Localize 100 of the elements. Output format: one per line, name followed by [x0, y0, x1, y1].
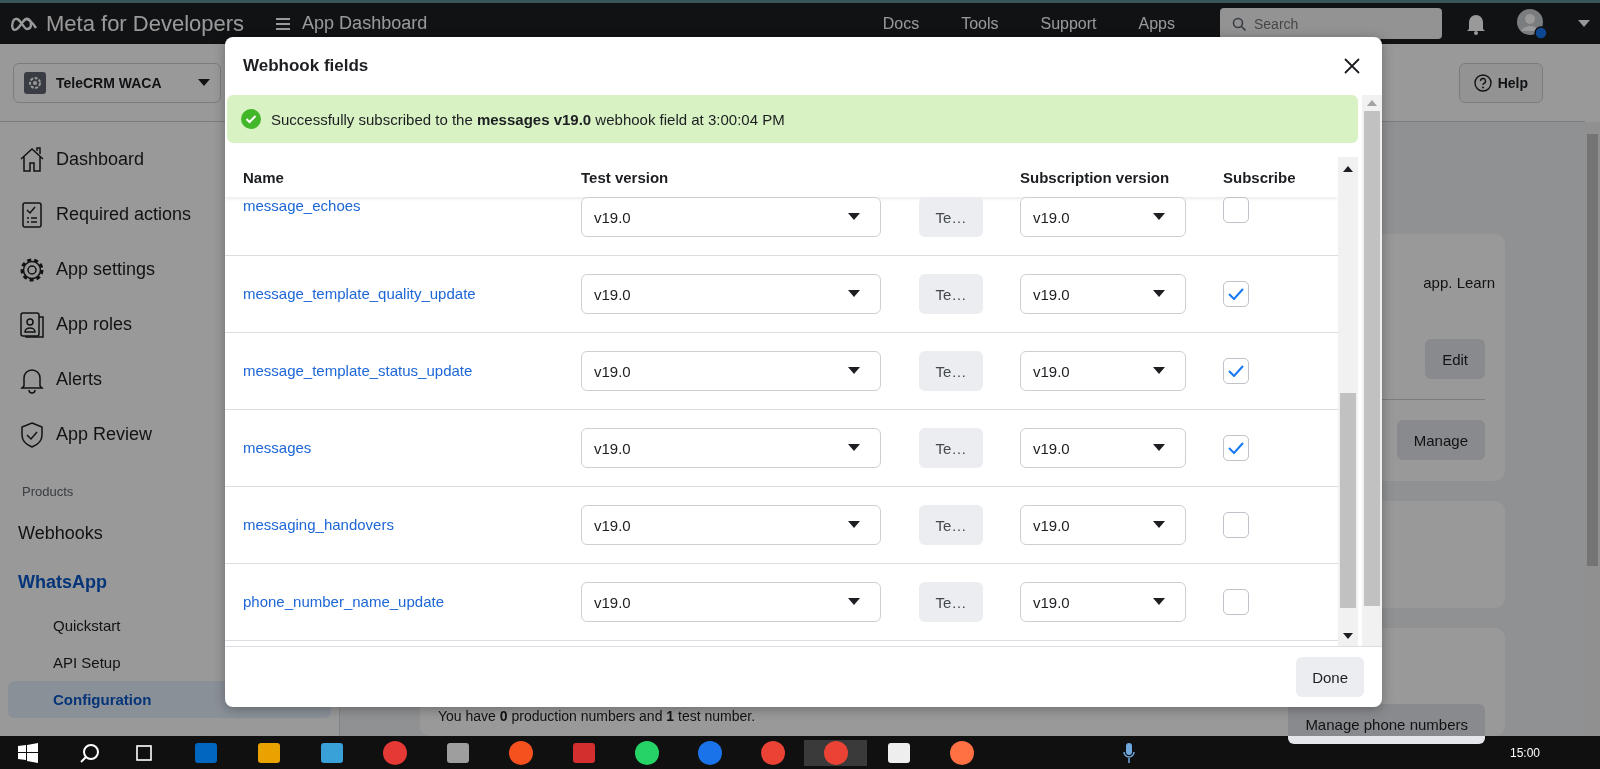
test-version-dropdown[interactable]: v19.0	[581, 582, 881, 622]
subscribe-checkbox[interactable]	[1223, 435, 1249, 461]
subscription-version-dropdown[interactable]: v19.0	[1020, 428, 1186, 468]
test-button[interactable]: Te…	[919, 428, 983, 468]
column-header: Name	[243, 168, 284, 186]
menu-icon[interactable]	[276, 17, 291, 30]
test-button[interactable]: Te…	[919, 274, 983, 314]
success-message: Successfully subscribed to the messages v19.0 webhook field at 3:00:04 PM	[271, 110, 785, 128]
subscribe-checkbox[interactable]	[1223, 197, 1249, 223]
sidebar-item[interactable]: Alerts	[56, 369, 102, 390]
caret-icon	[1153, 213, 1165, 221]
subscription-version-dropdown[interactable]: v19.0	[1020, 582, 1186, 622]
subscribe-checkbox[interactable]	[1223, 281, 1249, 307]
column-header: Subscription version	[1020, 168, 1170, 186]
dashboard-title[interactable]: App Dashboard	[302, 13, 428, 34]
modal-title: Webhook fields	[243, 56, 369, 76]
search-field[interactable]: Search	[1220, 8, 1442, 39]
subscription-version-dropdown[interactable]: v19.0	[1020, 505, 1186, 545]
field-name-link[interactable]: message_echoes	[243, 197, 361, 214]
nav-link[interactable]: Tools	[940, 14, 1020, 33]
sidebar-item[interactable]: Required actions	[56, 204, 192, 225]
checkmark-icon	[1228, 288, 1244, 300]
app-icon[interactable]	[948, 739, 975, 766]
test-version-dropdown[interactable]: v19.0	[581, 197, 881, 237]
product-item[interactable]: WhatsApp	[0, 558, 125, 607]
scroll-up-icon[interactable]	[1343, 165, 1353, 173]
app-selector[interactable]: TeleCRM WACA	[13, 62, 221, 103]
test-button[interactable]: Te…	[919, 505, 983, 545]
caret-icon	[848, 290, 860, 298]
product-item[interactable]: Webhooks	[0, 509, 121, 558]
field-name-link[interactable]: message_template_quality_update	[243, 285, 476, 302]
test-button[interactable]: Te…	[919, 351, 983, 391]
shield-check-icon	[18, 420, 46, 449]
field-name-link[interactable]: messaging_handovers	[243, 516, 394, 533]
sidebar-item[interactable]: App roles	[56, 314, 133, 335]
test-version-dropdown[interactable]: v19.0	[581, 351, 881, 391]
help-button[interactable]: Help	[1458, 62, 1543, 103]
field-name-link[interactable]: message_template_status_update	[243, 362, 473, 379]
site-logo-text[interactable]: Meta for Developers	[46, 10, 245, 37]
caret-icon	[1153, 290, 1165, 298]
microphone-icon[interactable]	[1123, 742, 1135, 763]
sidebar-item[interactable]: Dashboard	[56, 149, 145, 170]
modal-scrollbar[interactable]	[1362, 95, 1382, 646]
nav-link[interactable]: Apps	[1117, 14, 1196, 33]
subscribe-checkbox[interactable]	[1223, 589, 1249, 615]
manage-phone-numbers-button[interactable]: Manage phone numbers	[1288, 704, 1485, 744]
caret-icon	[1153, 521, 1165, 529]
field-name-link[interactable]: phone_number_name_update	[243, 593, 444, 610]
windows-start-icon[interactable]	[18, 742, 38, 763]
close-icon[interactable]	[1344, 58, 1360, 74]
search-icon[interactable]	[80, 742, 100, 763]
sidebar-subitem[interactable]: API Setup	[8, 644, 131, 681]
task-view-icon[interactable]	[134, 742, 154, 763]
field-name-link[interactable]: messages	[243, 439, 312, 456]
sidebar-item[interactable]: App Review	[56, 424, 153, 445]
subscription-version-dropdown[interactable]: v19.0	[1020, 197, 1186, 237]
column-header: Test version	[581, 168, 669, 186]
caret-icon	[848, 598, 860, 606]
manage-button[interactable]: Manage	[1396, 420, 1485, 460]
sidebar-subitem[interactable]: Quickstart	[8, 607, 131, 644]
section-label: Products	[21, 483, 75, 501]
caret-icon	[198, 78, 210, 87]
test-version-dropdown[interactable]: v19.0	[581, 428, 881, 468]
subscription-version-dropdown[interactable]: v19.0	[1020, 274, 1186, 314]
caret-icon	[1153, 367, 1165, 375]
id-card-icon	[18, 310, 46, 339]
scroll-down-icon[interactable]	[1343, 632, 1353, 640]
caret-icon[interactable]	[1578, 19, 1590, 28]
caret-icon	[1153, 444, 1165, 452]
table-scrollbar[interactable]	[1338, 157, 1358, 646]
nav-link[interactable]: Docs	[861, 14, 941, 33]
test-version-dropdown[interactable]: v19.0	[581, 274, 881, 314]
numbers-text: You have 0 production numbers and 1 test number.	[438, 708, 756, 724]
gear-icon	[24, 71, 46, 94]
checkmark-icon	[1228, 365, 1244, 377]
search-icon	[1232, 17, 1246, 31]
edit-button[interactable]: Edit	[1425, 339, 1485, 379]
caret-icon	[1153, 598, 1165, 606]
caret-icon	[848, 521, 860, 529]
notification-bell-icon[interactable]	[1466, 12, 1486, 35]
subscribe-checkbox[interactable]	[1223, 512, 1249, 538]
test-button[interactable]: Te…	[919, 197, 983, 237]
sidebar-item[interactable]: App settings	[56, 259, 156, 280]
caret-icon	[848, 444, 860, 452]
test-button[interactable]: Te…	[919, 582, 983, 622]
avatar-icon[interactable]	[1516, 7, 1548, 40]
home-icon	[18, 145, 46, 174]
clock[interactable]: 15:00	[1509, 745, 1540, 760]
app-icon[interactable]	[633, 739, 660, 766]
checkmark-icon	[1228, 442, 1244, 454]
done-button[interactable]: Done	[1296, 657, 1364, 697]
test-version-dropdown[interactable]: v19.0	[581, 505, 881, 545]
nav-link[interactable]: Support	[1019, 14, 1118, 33]
subscribe-checkbox[interactable]	[1223, 358, 1249, 384]
column-header: Subscribe	[1223, 168, 1296, 186]
subscription-version-dropdown[interactable]: v19.0	[1020, 351, 1186, 391]
help-icon	[1473, 73, 1492, 92]
card-text: app. Learn	[1423, 274, 1495, 291]
caret-icon	[848, 367, 860, 375]
check-circle-icon	[241, 109, 261, 129]
